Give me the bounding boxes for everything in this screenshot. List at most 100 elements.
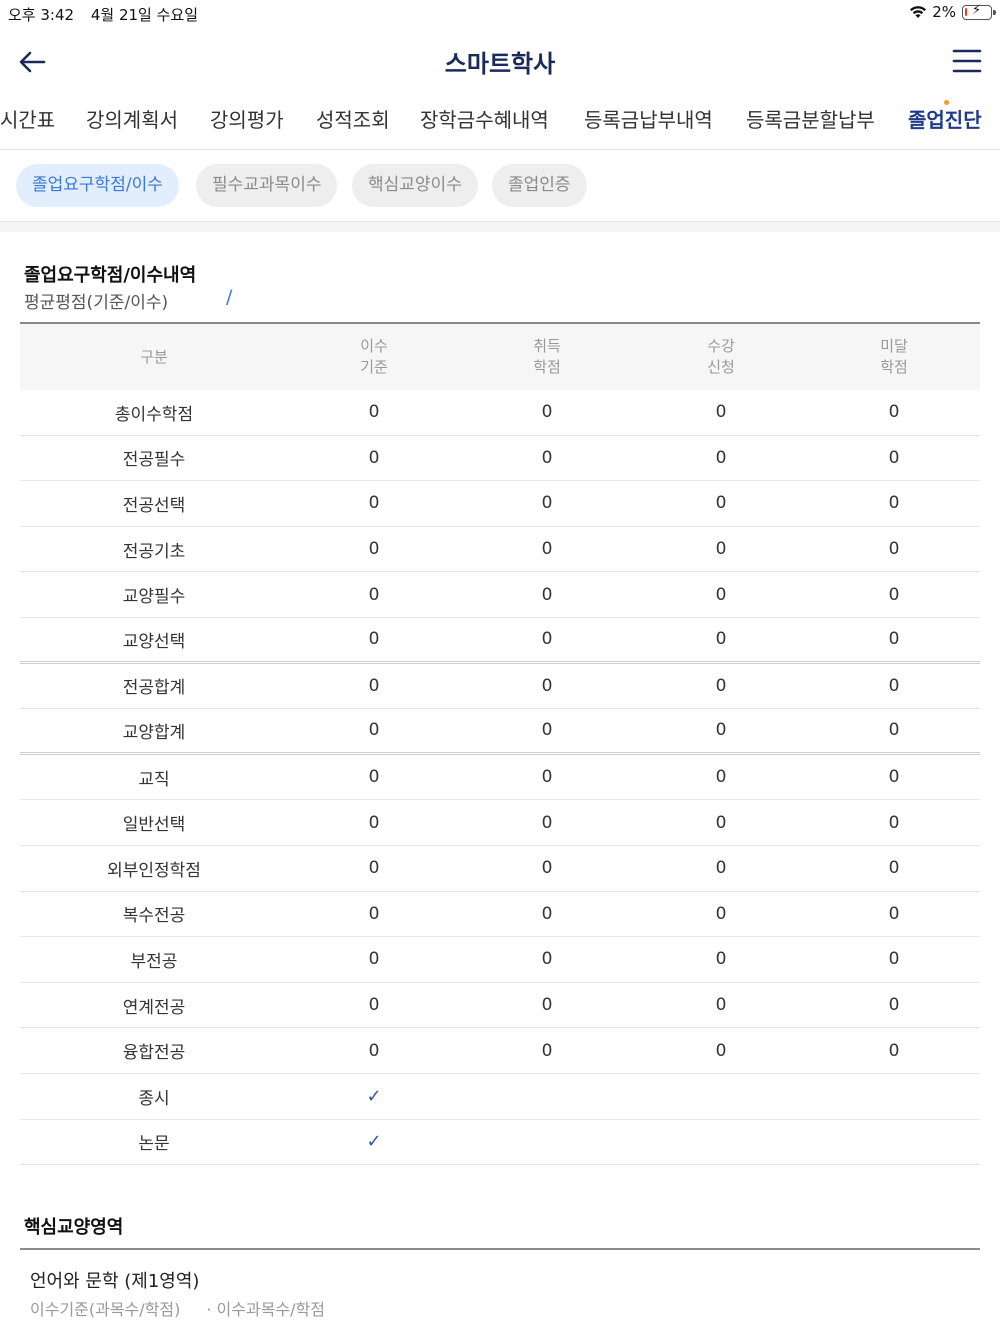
tab-grades[interactable]: 성적조회 <box>316 104 390 133</box>
table-row: 연계전공 0 0 0 0 <box>20 983 980 1029</box>
core-section-title: 핵심교양영역 <box>24 1217 124 1238</box>
cell-shortfall: 0 <box>888 903 900 924</box>
table-row: 전공필수 0 0 0 0 <box>20 436 980 482</box>
header-shortfall: 미달학점 <box>808 324 980 390</box>
nav-tabs: 시간표 강의계획서 강의평가 성적조회 장학금수혜내역 등록금납부내역 등록금분… <box>0 96 1000 150</box>
tab-scholarships[interactable]: 장학금수혜내역 <box>420 104 549 133</box>
cell-standard: 0 <box>368 402 380 423</box>
cell-shortfall: 0 <box>888 675 900 696</box>
area-meta: 이수기준(과목수/학점) · 이수과목수/학점 <box>30 1296 325 1320</box>
row-label: 부전공 <box>130 951 178 972</box>
cell-shortfall: 0 <box>888 995 900 1016</box>
header-category-text: 구분 <box>140 347 168 366</box>
cell-earned: 0 <box>541 949 553 970</box>
cell-shortfall: 0 <box>888 858 900 879</box>
tab-graduation-check[interactable]: 졸업진단 <box>908 104 982 133</box>
row-label: 전공선택 <box>122 495 186 516</box>
row-label: 교양선택 <box>122 631 186 652</box>
cell-earned: 0 <box>541 493 553 514</box>
cell-earned: 0 <box>541 995 553 1016</box>
cell-standard: 0 <box>368 447 380 468</box>
cell-enrolled: 0 <box>715 402 727 423</box>
table-header: 구분 이수 기준 취득 학점 수강 신청 미달 학점 <box>20 324 980 390</box>
chip-core-liberal-arts[interactable]: 핵심교양이수 <box>352 164 478 207</box>
cell-standard: 0 <box>368 493 380 514</box>
core-section-divider <box>20 1248 980 1250</box>
app-header: 스마트학사 <box>0 26 1000 96</box>
check-icon: ✓ <box>366 1131 382 1153</box>
cell-standard: 0 <box>368 903 380 924</box>
tab-syllabus[interactable]: 강의계획서 <box>86 104 178 133</box>
notification-dot <box>944 100 949 105</box>
table-row: 교양합계 0 0 0 0 <box>20 709 980 755</box>
table-row: 교양필수 0 0 0 0 <box>20 572 980 618</box>
sub-tabs: 졸업요구학점/이수 필수교과목이수 핵심교양이수 졸업인증 <box>0 150 1000 222</box>
cell-enrolled: 0 <box>715 949 727 970</box>
table-row: 전공기초 0 0 0 0 <box>20 527 980 573</box>
header-standard-line1: 이수 <box>360 337 388 355</box>
hamburger-icon <box>952 49 982 73</box>
row-label: 융합전공 <box>122 1043 186 1064</box>
table-row: 일반선택 0 0 0 0 <box>20 800 980 846</box>
tab-course-evaluation[interactable]: 강의평가 <box>210 104 284 133</box>
section-title: 졸업요구학점/이수내역 <box>24 265 197 286</box>
cell-earned: 0 <box>541 447 553 468</box>
cell-standard: 0 <box>368 584 380 605</box>
cell-enrolled: 0 <box>715 584 727 605</box>
area-title: 언어와 문학 (제1영역) <box>30 1271 200 1292</box>
status-date: 4월 21일 수요일 <box>90 6 199 24</box>
cell-shortfall: 0 <box>888 767 900 788</box>
status-right: 2% ⚡ <box>908 3 996 21</box>
wifi-icon <box>910 6 927 18</box>
cell-enrolled: 0 <box>715 995 727 1016</box>
table-row: 복수전공 0 0 0 0 <box>20 892 980 938</box>
row-label: 외부인정학점 <box>107 860 201 881</box>
row-label: 교양합계 <box>122 722 186 743</box>
cell-earned: 0 <box>541 812 553 833</box>
cell-enrolled: 0 <box>715 493 727 514</box>
area-completed-label: · 이수과목수/학점 <box>206 1300 325 1319</box>
row-label: 전공합계 <box>122 678 186 699</box>
cell-enrolled: 0 <box>715 1040 727 1061</box>
menu-button[interactable] <box>952 48 982 74</box>
header-enrolled-line1: 수강 <box>707 337 735 355</box>
row-label: 일반선택 <box>122 815 186 836</box>
check-icon: ✓ <box>366 1085 382 1107</box>
tab-timetable[interactable]: 시간표 <box>0 104 55 133</box>
header-shortfall-line2: 학점 <box>880 358 908 376</box>
tab-tuition-payments[interactable]: 등록금납부내역 <box>584 104 713 133</box>
cell-earned: 0 <box>541 402 553 423</box>
header-category: 구분 <box>20 324 288 390</box>
table-row: 외부인정학점 0 0 0 0 <box>20 846 980 892</box>
cell-earned: 0 <box>541 767 553 788</box>
cell-shortfall: 0 <box>888 720 900 741</box>
table-row: 융합전공 0 0 0 0 <box>20 1028 980 1074</box>
header-earned: 취득 학점 <box>460 324 634 390</box>
cell-shortfall: 0 <box>888 812 900 833</box>
cell-shortfall: 0 <box>888 949 900 970</box>
row-label: 전공기초 <box>122 541 186 562</box>
chip-graduation-credits[interactable]: 졸업요구학점/이수 <box>16 164 179 207</box>
chip-graduation-certification[interactable]: 졸업인증 <box>492 164 587 207</box>
header-enrolled: 수강신청 <box>634 324 808 390</box>
cell-enrolled: 0 <box>715 903 727 924</box>
cell-enrolled: 0 <box>715 675 727 696</box>
app-title: 스마트학사 <box>444 50 556 78</box>
header-shortfall-line1: 미달 <box>880 337 908 355</box>
battery-fill <box>965 7 967 16</box>
table-row: 교직 0 0 0 0 <box>20 755 980 801</box>
cell-standard: 0 <box>368 675 380 696</box>
cell-earned: 0 <box>541 1040 553 1061</box>
row-label: 연계전공 <box>122 997 186 1018</box>
credits-table: 구분 이수 기준 취득 학점 수강 신청 미달 학점 총이수학점 0 0 0 0 전공필… <box>20 322 980 1166</box>
row-label: 교양필수 <box>122 587 186 608</box>
status-time: 오후 3:42 <box>8 6 75 24</box>
tab-tuition-installments[interactable]: 등록금분할납부 <box>746 104 875 133</box>
gpa-value: / <box>226 286 233 308</box>
section-divider <box>0 222 1000 232</box>
cell-enrolled: 0 <box>715 720 727 741</box>
chip-required-courses[interactable]: 필수교과목이수 <box>196 164 338 207</box>
header-earned-line2: 학점 <box>533 358 561 376</box>
header-enrolled-line2: 신청 <box>707 358 735 376</box>
cell-earned: 0 <box>541 584 553 605</box>
